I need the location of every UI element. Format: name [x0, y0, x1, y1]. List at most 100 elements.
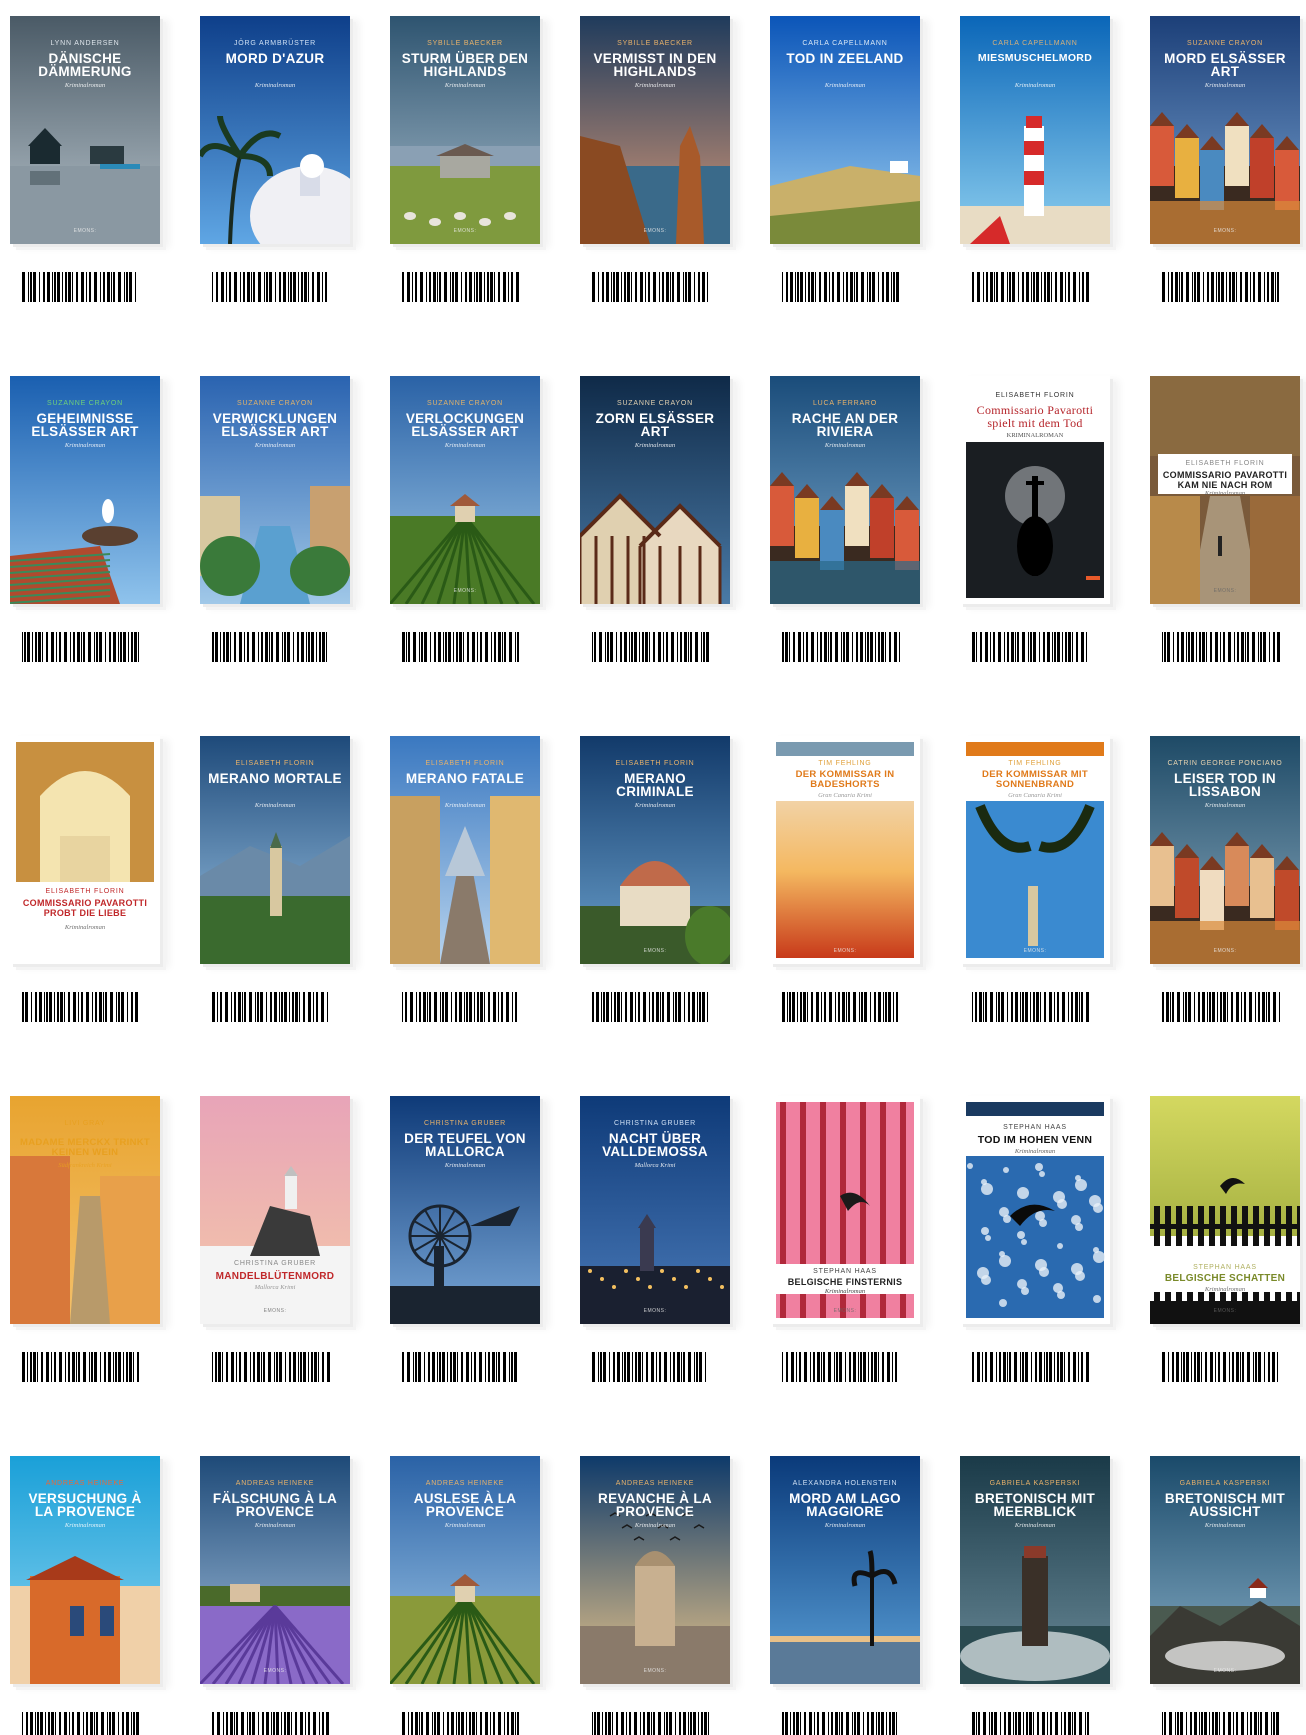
barcode[interactable]	[780, 1352, 902, 1382]
book-subtitle: Mallorca Krimi	[634, 1162, 676, 1169]
book-cover[interactable]: LUCA FERRARO RACHE AN DER RIVIERA Kriminal…	[770, 376, 920, 604]
barcode[interactable]	[20, 272, 142, 302]
book-cover[interactable]: SUZANNE CRAYON ZORN ELSÄSSER ART Kriminalr…	[580, 376, 730, 604]
book-author: CARLA CAPELLMANN	[992, 40, 1078, 47]
book-author: ELISABETH FLORIN	[1185, 460, 1265, 467]
barcode[interactable]	[780, 992, 902, 1022]
book-author: CHRISTINA GRUBER	[423, 1120, 507, 1127]
book-cover[interactable]: GABRIELA KASPERSKI BRETONISCH MIT MEERBLI…	[960, 1456, 1110, 1684]
barcode[interactable]	[780, 1712, 902, 1735]
barcode-graphic	[970, 272, 1092, 302]
book-cover[interactable]: ANDREAS HEINEKE FÄLSCHUNG À LA PROVENCE Kr…	[200, 1456, 350, 1684]
barcode[interactable]	[400, 992, 522, 1022]
barcode[interactable]	[1160, 1352, 1282, 1382]
barcode[interactable]	[1160, 632, 1282, 662]
barcode[interactable]	[590, 272, 712, 302]
barcode[interactable]	[590, 1352, 712, 1382]
barcode[interactable]	[210, 992, 332, 1022]
book-cover[interactable]: ANDREAS HEINEKE AUSLESE À LA PROVENCE Krim…	[390, 1456, 540, 1684]
barcode[interactable]	[400, 272, 522, 302]
barcode[interactable]	[400, 1352, 522, 1382]
book-cover[interactable]: ELISABETH FLORIN Commissario Pavarotti sp…	[960, 376, 1110, 604]
book-title: RACHE AN DER RIVIERA	[791, 411, 899, 439]
book-subtitle: Kriminalroman	[634, 802, 676, 809]
publisher-logo: EMONS:	[643, 228, 667, 234]
book-cover[interactable]: ELISABETH FLORIN COMMISSARIO PAVAROTTI KA…	[1150, 376, 1300, 604]
book-cover[interactable]: ELISABETH FLORIN MERANO CRIMINALE Kriminal…	[580, 736, 730, 964]
book-cover[interactable]: CHRISTINA GRUBER NACHT ÜBER VALLDEMOSSA Ma…	[580, 1096, 730, 1324]
barcode[interactable]	[970, 1712, 1092, 1735]
book-cover[interactable]: SYBILLE BAECKER VERMISST IN DEN HIGHLANDS…	[580, 16, 730, 244]
book-cover[interactable]: STEPHAN HAAS TOD IM HOHEN VENN Kriminalrom…	[960, 1096, 1110, 1324]
barcode[interactable]	[1160, 272, 1282, 302]
barcode[interactable]	[590, 992, 712, 1022]
barcode[interactable]	[780, 632, 902, 662]
barcode[interactable]	[1160, 992, 1282, 1022]
book-author: SUZANNE CRAYON	[426, 400, 504, 407]
book-title: DER KOMMISSAR MIT SONNENBRAND	[982, 769, 1088, 790]
book-subtitle: Gran Canaria Krimi	[818, 792, 872, 799]
barcode-graphic	[20, 632, 142, 662]
barcode[interactable]	[1160, 1712, 1282, 1735]
barcode[interactable]	[400, 1712, 522, 1735]
barcode[interactable]	[210, 1712, 332, 1735]
barcode[interactable]	[20, 992, 142, 1022]
book-subtitle: Kriminalroman	[824, 1288, 866, 1295]
book-cover[interactable]: SUZANNE CRAYON VERLOCKUNGEN ELSÄSSER ART K…	[390, 376, 540, 604]
publisher-logo: EMONS:	[643, 1308, 667, 1314]
book-cover[interactable]: CARLA CAPELLMANN TOD IN ZEELAND Kriminalro…	[770, 16, 920, 244]
barcode-graphic	[210, 1352, 332, 1382]
book-author: ANDREAS HEINEKE	[615, 1480, 695, 1487]
barcode[interactable]	[780, 272, 902, 302]
book-cover[interactable]: CARLA CAPELLMANN MIESMUSCHELMORD Kriminalr…	[960, 16, 1110, 244]
book-cover[interactable]: STEPHAN HAAS BELGISCHE SCHATTEN Kriminalro…	[1150, 1096, 1300, 1324]
barcode[interactable]	[400, 632, 522, 662]
book-cover[interactable]: SUZANNE CRAYON GEHEIMNISSE ELSÄSSER ART Kr…	[10, 376, 160, 604]
barcode[interactable]	[20, 632, 142, 662]
barcode[interactable]	[210, 632, 332, 662]
book-subtitle: Südfrankreich Krimi	[58, 1162, 112, 1169]
barcode[interactable]	[970, 272, 1092, 302]
book-cover[interactable]: TIM FEHLING DER KOMMISSAR MIT SONNENBRAND…	[960, 736, 1110, 964]
book-cover[interactable]: ANDREAS HEINEKE REVANCHE À LA PROVENCE Kri…	[580, 1456, 730, 1684]
book-cover[interactable]: CATRIN GEORGE PONCIANO LEISER TOD IN LISS…	[1150, 736, 1300, 964]
book-cover[interactable]: LYNN ANDERSEN DÄNISCHE DÄMMERUNG Kriminalr…	[10, 16, 160, 244]
barcode[interactable]	[210, 272, 332, 302]
book-author: ANDREAS HEINEKE	[235, 1480, 315, 1487]
book-cover[interactable]: ELISABETH FLORIN MERANO FATALE Kriminalrom…	[390, 736, 540, 964]
barcode-graphic	[20, 992, 142, 1022]
barcode[interactable]	[970, 992, 1092, 1022]
book-cover[interactable]: ELISABETH FLORIN COMMISSARIO PAVAROTTI PR…	[10, 736, 160, 964]
publisher-logo: EMONS:	[1023, 948, 1047, 954]
publisher-logo: EMONS:	[453, 588, 477, 594]
book-cover[interactable]: ALEXANDRA HOLENSTEIN MORD AM LAGO MAGGIOR…	[770, 1456, 920, 1684]
barcode-graphic	[210, 1712, 332, 1735]
book-cover[interactable]: LIVI GRAY MADAME MERCKX TRINKT KEINEN WEI…	[10, 1096, 160, 1324]
barcode[interactable]	[970, 1352, 1092, 1382]
publisher-logo: EMONS:	[833, 948, 857, 954]
book-author: ANDREAS HEINEKE	[425, 1480, 505, 1487]
book-cover[interactable]: ELISABETH FLORIN MERANO MORTALE Kriminalro…	[200, 736, 350, 964]
book-cover[interactable]: GABRIELA KASPERSKI BRETONISCH MIT AUSSICH…	[1150, 1456, 1300, 1684]
barcode[interactable]	[590, 632, 712, 662]
barcode[interactable]	[590, 1712, 712, 1735]
book-title: BELGISCHE SCHATTEN	[1164, 1273, 1286, 1284]
book-cover[interactable]: CHRISTINA GRUBER DER TEUFEL VON MALLORCA K…	[390, 1096, 540, 1324]
barcode[interactable]	[20, 1712, 142, 1735]
publisher-logo: EMONS:	[1213, 948, 1237, 954]
barcode[interactable]	[20, 1352, 142, 1382]
book-title: LEISER TOD IN LISSABON	[1174, 771, 1276, 799]
book-cover[interactable]: TIM FEHLING DER KOMMISSAR IN BADESHORTS Gr…	[770, 736, 920, 964]
book-cover[interactable]: STEPHAN HAAS BELGISCHE FINSTERNIS Kriminal…	[770, 1096, 920, 1324]
book-cover[interactable]: SUZANNE CRAYON VERWICKLUNGEN ELSÄSSER ART…	[200, 376, 350, 604]
barcode[interactable]	[210, 1352, 332, 1382]
book-cover[interactable]: JÖRG ARMBRÜSTER MORD D'AZUR Kriminalroman	[200, 16, 350, 244]
barcode[interactable]	[970, 632, 1092, 662]
book-cover[interactable]: CHRISTINA GRUBER MANDELBLÜTENMORD Mallorca…	[200, 1096, 350, 1324]
book-cover[interactable]: SUZANNE CRAYON MORD ELSÄSSER ART Kriminalr…	[1150, 16, 1300, 244]
barcode-graphic	[20, 1352, 142, 1382]
book-cover[interactable]: SYBILLE BAECKER STURM ÜBER DEN HIGHLANDS K…	[390, 16, 540, 244]
barcode-graphic	[210, 272, 332, 302]
book-cover[interactable]: ANDREAS HEINEKE VERSUCHUNG À LA PROVENCE K…	[10, 1456, 160, 1684]
book-title: TOD IM HOHEN VENN	[977, 1134, 1093, 1146]
